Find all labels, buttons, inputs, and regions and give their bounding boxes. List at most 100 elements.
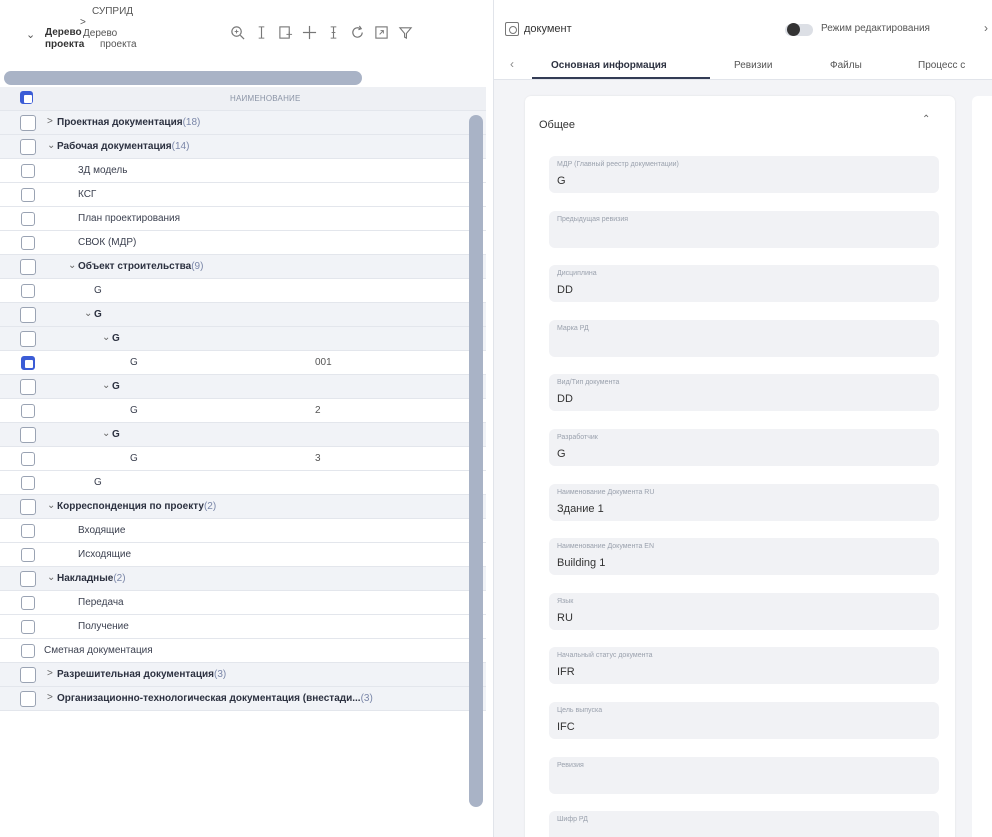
chevron-down-icon[interactable]: ⌄: [47, 140, 55, 151]
row-checkbox[interactable]: [20, 379, 36, 395]
tab-files[interactable]: Файлы: [830, 60, 862, 71]
column-header-name[interactable]: НАИМЕНОВАНИЕ: [230, 94, 301, 103]
chevron-down-icon[interactable]: ⌄: [102, 332, 110, 343]
row-checkbox[interactable]: [21, 404, 35, 418]
row-checkbox[interactable]: [21, 356, 35, 370]
chevron-right-icon[interactable]: >: [47, 668, 53, 679]
tree-row[interactable]: ⌄ G: [0, 375, 486, 399]
tree-row[interactable]: Передача: [0, 591, 486, 615]
row-checkbox[interactable]: [20, 571, 36, 587]
chevron-right-icon[interactable]: >: [47, 116, 53, 127]
chevron-down-icon[interactable]: ⌄: [102, 380, 110, 391]
chevron-right-icon[interactable]: >: [47, 692, 53, 703]
row-checkbox[interactable]: [21, 644, 35, 658]
row-checkbox[interactable]: [21, 212, 35, 226]
tree-row[interactable]: Входящие: [0, 519, 486, 543]
form-field[interactable]: Шифр РД: [549, 811, 939, 837]
form-field[interactable]: Язык RU: [549, 592, 939, 630]
row-checkbox[interactable]: [21, 188, 35, 202]
form-field[interactable]: Дисциплина DD: [549, 265, 939, 303]
collapse-all-icon[interactable]: [254, 24, 269, 41]
tree-row[interactable]: > Разрешительная документация(3): [0, 663, 486, 687]
breadcrumb-root[interactable]: СУПРИД: [80, 6, 137, 17]
row-checkbox[interactable]: [20, 139, 36, 155]
tree-row[interactable]: ⌄ Рабочая документация(14): [0, 135, 486, 159]
tree-row[interactable]: ⌄ G: [0, 423, 486, 447]
horizontal-scrollbar-thumb[interactable]: [4, 71, 362, 85]
row-checkbox[interactable]: [20, 691, 36, 707]
export-icon[interactable]: [374, 24, 389, 41]
row-checkbox[interactable]: [20, 427, 36, 443]
tree-row[interactable]: ⌄ Накладные(2): [0, 567, 486, 591]
row-checkbox[interactable]: [21, 596, 35, 610]
tree-row[interactable]: ⌄ Корреспонденция по проекту(2): [0, 495, 486, 519]
field-value: RU: [557, 611, 573, 624]
chevron-down-icon[interactable]: ⌄: [84, 308, 92, 319]
row-label: G: [130, 405, 138, 416]
tree-row[interactable]: ⌄ G: [0, 327, 486, 351]
tree-row[interactable]: 3Д модель: [0, 159, 486, 183]
form-field[interactable]: Разработчик G: [549, 429, 939, 466]
row-checkbox[interactable]: [20, 331, 36, 347]
tab-process[interactable]: Процесс с: [918, 60, 965, 71]
tree-row[interactable]: СВОК (МДР): [0, 231, 486, 255]
tabs-scroll-left-icon[interactable]: ‹: [510, 57, 514, 71]
tree-row[interactable]: G3: [0, 447, 486, 471]
row-checkbox[interactable]: [21, 548, 35, 562]
tree-row[interactable]: G2: [0, 399, 486, 423]
filter-icon[interactable]: [398, 24, 413, 41]
row-checkbox[interactable]: [21, 452, 35, 466]
vertical-scrollbar-thumb[interactable]: [469, 115, 483, 807]
row-checkbox[interactable]: [21, 236, 35, 250]
tree-row[interactable]: G: [0, 471, 486, 495]
form-field[interactable]: Ревизия: [549, 756, 939, 794]
form-field[interactable]: МДР (Главный реестр документации) G: [549, 156, 939, 193]
form-field[interactable]: Начальный статус документа IFR: [549, 647, 939, 685]
tree-row[interactable]: Сметная документация: [0, 639, 486, 663]
form-field[interactable]: Предыдущая ревизия: [549, 210, 939, 248]
row-checkbox[interactable]: [21, 284, 35, 298]
zoom-in-icon[interactable]: [230, 24, 245, 41]
row-checkbox[interactable]: [20, 667, 36, 683]
chevron-right-icon[interactable]: ›: [984, 21, 988, 35]
collapse-tree-icon[interactable]: ⌄: [26, 28, 35, 41]
row-checkbox[interactable]: [20, 499, 36, 515]
tab-revisions[interactable]: Ревизии: [734, 60, 772, 71]
chevron-up-icon[interactable]: ⌃: [922, 114, 930, 125]
tree-row[interactable]: Получение: [0, 615, 486, 639]
tree-row[interactable]: КСГ: [0, 183, 486, 207]
tab-main-info[interactable]: Основная информация: [551, 60, 667, 71]
row-checkbox[interactable]: [21, 476, 35, 490]
field-label: Разработчик: [557, 434, 598, 441]
tree-row[interactable]: Исходящие: [0, 543, 486, 567]
form-field[interactable]: Цель выпуска IFC: [549, 702, 939, 739]
tree-row[interactable]: ⌄ G: [0, 303, 486, 327]
refresh-icon[interactable]: [350, 24, 365, 41]
chevron-down-icon[interactable]: ⌄: [47, 500, 55, 511]
add-document-icon[interactable]: [278, 24, 293, 41]
row-checkbox[interactable]: [20, 259, 36, 275]
row-checkbox[interactable]: [21, 524, 35, 538]
form-field[interactable]: Наименование Документа EN Building 1: [549, 538, 939, 576]
row-checkbox[interactable]: [20, 115, 36, 131]
row-checkbox[interactable]: [21, 164, 35, 178]
tree-row[interactable]: План проектирования: [0, 207, 486, 231]
form-field[interactable]: Наименование Документа RU Здание 1: [549, 483, 939, 521]
expand-all-icon[interactable]: [326, 24, 341, 41]
edit-mode-toggle[interactable]: [785, 23, 813, 36]
add-icon[interactable]: [302, 24, 317, 41]
chevron-down-icon[interactable]: ⌄: [68, 260, 76, 271]
field-label: Наименование Документа EN: [557, 543, 655, 551]
select-all-checkbox[interactable]: [20, 91, 33, 104]
tree-row[interactable]: ⌄ Объект строительства(9): [0, 255, 486, 279]
row-checkbox[interactable]: [20, 307, 36, 323]
form-field[interactable]: Вид/Тип документа DD: [549, 374, 939, 412]
tree-row[interactable]: > Проектная документация(18): [0, 111, 486, 135]
tree-row[interactable]: > Организационно-технологическая документ…: [0, 687, 486, 711]
tree-row[interactable]: G 001: [0, 351, 486, 375]
row-checkbox[interactable]: [21, 620, 35, 634]
tree-row[interactable]: G: [0, 279, 486, 303]
chevron-down-icon[interactable]: ⌄: [47, 572, 55, 583]
chevron-down-icon[interactable]: ⌄: [102, 428, 110, 439]
form-field[interactable]: Марка РД: [549, 319, 939, 357]
